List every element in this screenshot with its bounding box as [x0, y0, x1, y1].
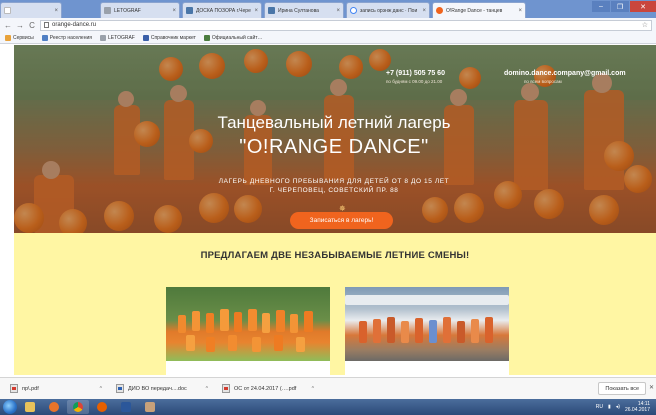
word-icon — [121, 402, 131, 412]
chevron-up-icon[interactable]: ^ — [100, 386, 102, 392]
download-filename: ДИО ВО передач....doc — [128, 385, 187, 392]
browser-tab[interactable]: Ирина Султанова × — [264, 2, 344, 18]
taskbar-word[interactable] — [115, 400, 137, 414]
tab-favicon-icon — [436, 7, 443, 14]
contact-email-note: по всем вопросам — [524, 79, 562, 84]
window-controls: – ❐ ✕ — [592, 1, 656, 13]
close-downloads-icon[interactable]: ✕ — [649, 384, 654, 391]
clock-date: 26.04.2017 — [624, 407, 650, 413]
chevron-up-icon[interactable]: ^ — [312, 386, 314, 392]
show-all-downloads-button[interactable]: Показать все — [598, 382, 646, 395]
contact-phone-hours: по будням с 09.00 до 21.00 — [386, 79, 443, 84]
download-filename: ОС от 24.04.2017 (….pdf — [234, 385, 297, 392]
chevron-up-icon[interactable]: ^ — [206, 386, 208, 392]
tab-title: O!Range Dance - танцев — [446, 7, 503, 14]
hero-subtitle-age: ЛАГЕРЬ ДНЕВНОГО ПРЕБЫВАНИЯ ДЛЯ ДЕТЕЙ ОТ … — [218, 178, 450, 185]
tab-close-icon[interactable]: × — [172, 8, 176, 14]
bookmark-favicon-icon — [142, 34, 149, 41]
chrome-icon — [73, 402, 83, 412]
volume-icon[interactable]: ◂) — [616, 404, 620, 410]
clock[interactable]: 14:11 26.04.2017 — [625, 401, 650, 413]
bookmark-item[interactable]: Официальный сайт… — [203, 34, 263, 41]
language-indicator[interactable]: RU — [596, 404, 603, 410]
tab-close-icon[interactable]: × — [518, 8, 522, 14]
hero-subtitle-address: Г. ЧЕРЕПОВЕЦ, СОВЕТСКИЙ ПР. 88 — [269, 187, 399, 194]
url-text[interactable]: orange-dance.ru — [52, 22, 96, 28]
browser-tab[interactable]: ДОСКА ПОЗОРА г.Черепо × — [182, 2, 262, 18]
bookmarks-bar: Сервисы Реестр населения LETOGRAF Справо… — [0, 32, 656, 44]
tab-title: запись орэнж данс · Пои — [360, 7, 418, 14]
hero-title: Танцевальный летний лагерь — [217, 113, 451, 132]
contact-email[interactable]: domino.dance.company@gmail.com — [504, 70, 626, 77]
forward-button[interactable]: → — [16, 21, 24, 30]
bookmark-star-icon[interactable]: ☆ — [642, 21, 648, 29]
shift-photo — [166, 287, 330, 361]
browser-tab-active[interactable]: O!Range Dance - танцев × — [432, 2, 526, 18]
shift-card[interactable] — [166, 287, 330, 375]
downloads-bar: пр\.pdf ^ ДИО ВО передач....doc ^ ОС от … — [0, 377, 656, 399]
bookmark-favicon-icon — [203, 34, 210, 41]
reload-button[interactable]: C — [28, 21, 36, 30]
bookmark-item[interactable]: Реестр населения — [41, 34, 92, 41]
taskbar-firefox[interactable] — [91, 400, 113, 414]
shifts-section-title: ПРЕДЛАГАЕМ ДВЕ НЕЗАБЫВАЕМЫЕ ЛЕТНИЕ СМЕНЫ… — [200, 250, 470, 261]
minimize-button[interactable]: – — [592, 1, 610, 12]
tab-close-icon[interactable]: × — [54, 8, 58, 14]
tab-favicon-icon — [186, 7, 193, 14]
signup-button[interactable]: Записаться в лагерь! — [290, 212, 393, 229]
download-filename: пр\.pdf — [22, 385, 39, 392]
firefox-icon — [97, 402, 107, 412]
hero-brand: "O!RANGE DANCE" — [239, 136, 429, 158]
download-item[interactable]: ОС от 24.04.2017 (….pdf ^ — [222, 384, 314, 393]
tab-title: ДОСКА ПОЗОРА г.Черепо — [196, 7, 252, 14]
browser-toolbar: ← → C orange-dance.ru ☆ — [0, 18, 656, 32]
taskbar-chrome[interactable] — [67, 400, 89, 414]
download-item[interactable]: ДИО ВО передач....doc ^ — [116, 384, 208, 393]
browser-tab-strip: × LETOGRAF × ДОСКА ПОЗОРА г.Черепо × Ири… — [0, 0, 656, 18]
page-info-icon[interactable] — [44, 22, 49, 28]
browser-tab[interactable]: × — [0, 2, 62, 18]
system-tray: RU ▮ ◂) 14:11 26.04.2017 — [596, 401, 650, 413]
tab-favicon-icon — [104, 7, 111, 14]
browser-tab[interactable]: запись орэнж данс · Пои × — [346, 2, 430, 18]
bookmark-item[interactable]: LETOGRAF — [99, 34, 135, 41]
app-icon — [145, 402, 155, 412]
bookmark-item[interactable]: Сервисы — [5, 34, 34, 41]
close-window-button[interactable]: ✕ — [630, 1, 656, 12]
tab-favicon-icon — [268, 7, 275, 14]
taskbar: RU ▮ ◂) 14:11 26.04.2017 — [0, 399, 656, 415]
media-player-icon — [49, 402, 59, 412]
folder-icon — [25, 402, 35, 412]
maximize-button[interactable]: ❐ — [611, 1, 629, 12]
tab-title: LETOGRAF — [114, 7, 141, 14]
start-button[interactable] — [3, 400, 17, 414]
download-item[interactable]: пр\.pdf ^ — [10, 384, 102, 393]
bookmark-favicon-icon — [41, 34, 48, 41]
tab-close-icon[interactable]: × — [422, 8, 426, 14]
pdf-file-icon — [222, 384, 230, 393]
hero-banner: +7 (911) 505 75 60 по будням с 09.00 до … — [14, 45, 656, 233]
taskbar-explorer[interactable] — [19, 400, 41, 414]
contact-phone[interactable]: +7 (911) 505 75 60 — [386, 70, 445, 77]
browser-tab[interactable]: LETOGRAF × — [100, 2, 180, 18]
taskbar-app[interactable] — [139, 400, 161, 414]
shift-card[interactable] — [345, 287, 509, 375]
shift-photo — [345, 287, 509, 361]
network-icon[interactable]: ▮ — [608, 404, 611, 410]
pdf-file-icon — [10, 384, 18, 393]
tab-title: Ирина Султанова — [278, 7, 319, 14]
google-favicon-icon — [350, 7, 357, 14]
doc-file-icon — [116, 384, 124, 393]
back-button[interactable]: ← — [4, 21, 12, 30]
taskbar-media[interactable] — [43, 400, 65, 414]
web-page: +7 (911) 505 75 60 по будням с 09.00 до … — [0, 45, 656, 375]
address-bar[interactable]: orange-dance.ru ☆ — [40, 19, 652, 31]
apps-grid-icon — [5, 34, 11, 41]
tab-close-icon[interactable]: × — [336, 8, 340, 14]
bookmark-page-icon — [99, 34, 106, 41]
tab-close-icon[interactable]: × — [254, 8, 258, 14]
bookmark-item[interactable]: Справочник маркет — [142, 34, 196, 41]
tab-favicon-icon — [4, 7, 11, 14]
